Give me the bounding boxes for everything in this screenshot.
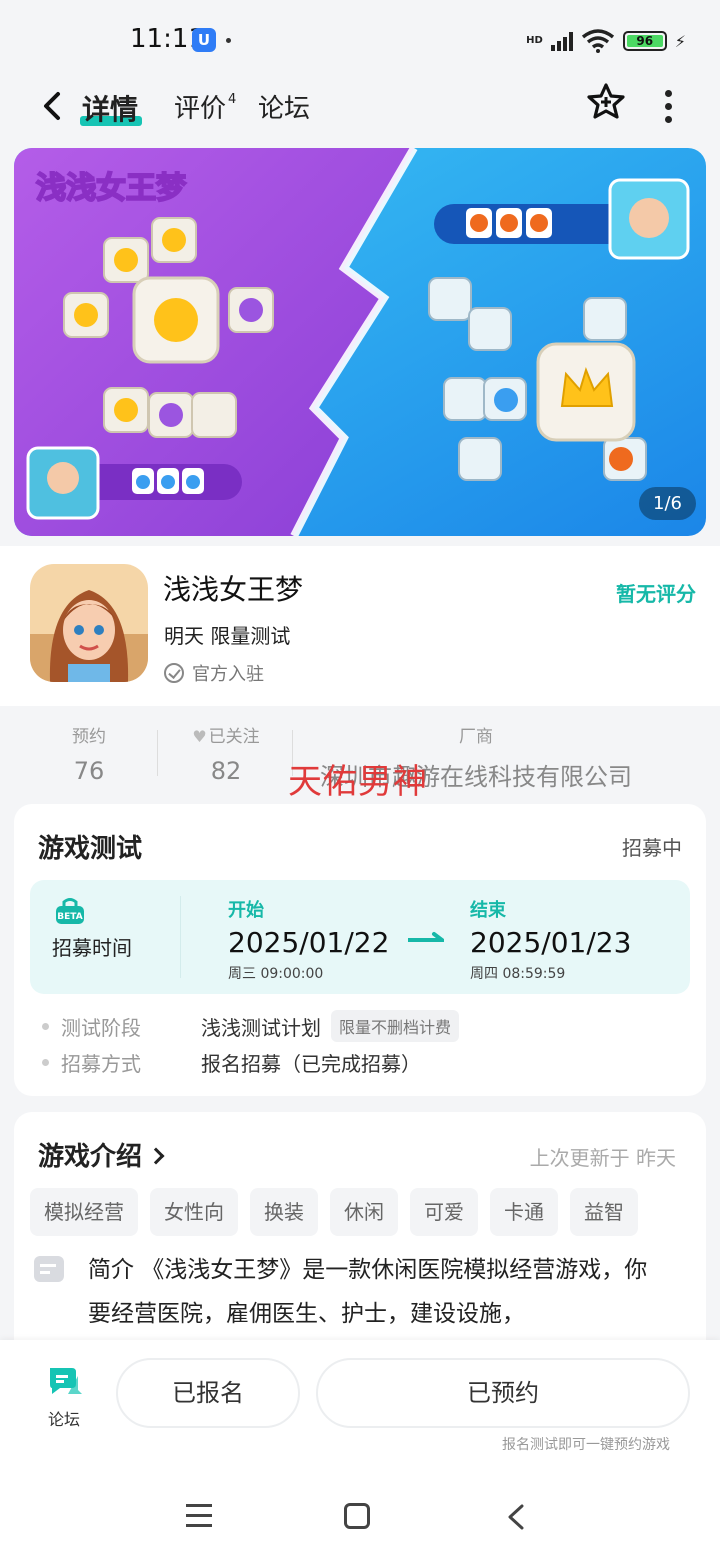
forum-chat-icon — [50, 1368, 82, 1394]
signal-icon — [550, 31, 573, 51]
action-note: 报名测试即可一键预约游戏 — [502, 1437, 670, 1453]
tag-item[interactable]: 休闲 — [330, 1188, 398, 1236]
time-box-divider — [180, 896, 181, 978]
home-icon[interactable] — [344, 1503, 370, 1529]
forum-button[interactable]: 论坛 — [36, 1364, 92, 1430]
start-time: 周三 09:00:00 — [228, 966, 324, 982]
intro-updated: 上次更新于 昨天 — [529, 1146, 676, 1170]
rating-status: 暂无评分 — [616, 582, 696, 606]
app-name: 浅浅女王梦 — [163, 573, 304, 606]
screenshot-carousel[interactable]: 浅浅女王梦 1/6 — [14, 148, 706, 536]
more-icon[interactable] — [660, 90, 676, 123]
intro-title: 游戏介绍 — [38, 1142, 143, 1172]
recent-apps-icon[interactable] — [186, 1504, 212, 1528]
system-back-icon[interactable] — [506, 1504, 526, 1530]
test-status: 招募中 — [622, 836, 682, 860]
banner-artwork: 浅浅女王梦 — [14, 148, 706, 536]
stat-follow[interactable]: ♥ 已关注 82 — [180, 722, 272, 785]
stat-reserve-value: 76 — [73, 757, 105, 785]
tag-item[interactable]: 换装 — [250, 1188, 318, 1236]
tag-item[interactable]: 卡通 — [490, 1188, 558, 1236]
game-test-card: 游戏测试 招募中 BETA 招募时间 开始 2025/01/22 周三 09:0… — [14, 804, 706, 1096]
bottom-action-bar: 论坛 已报名 已预约 报名测试即可一键预约游戏 — [0, 1340, 720, 1470]
stat-divider — [157, 730, 158, 776]
tab-forum[interactable]: 论坛 — [258, 88, 310, 125]
start-label: 开始 — [228, 900, 264, 921]
recruit-method-key: 招募方式 — [61, 1052, 141, 1076]
reserved-button[interactable]: 已预约 — [316, 1358, 690, 1428]
stat-reserve: 预约 76 — [58, 722, 120, 785]
status-bar: 11:11 U HD 96 ⚡ — [0, 0, 720, 80]
notification-dot-icon — [226, 38, 231, 43]
official-badge: 官方入驻 — [164, 660, 264, 686]
arrow-right-icon — [408, 932, 444, 942]
stat-vendor-label: 厂商 — [459, 727, 493, 747]
back-icon[interactable] — [34, 86, 74, 126]
top-nav: 详情 评价 4 论坛 — [0, 80, 720, 136]
recruit-time-box: BETA 招募时间 开始 2025/01/22 周三 09:00:00 结束 2… — [30, 880, 690, 994]
intro-description: 简介 《浅浅女王梦》是一款休闲医院模拟经营游戏，你要经营医院，雇佣医生、护士，建… — [88, 1257, 648, 1327]
end-time: 周四 08:59:59 — [470, 966, 566, 982]
wifi-icon — [581, 29, 614, 53]
watermark-text: 天佑男神 — [288, 762, 428, 802]
description-icon — [34, 1256, 64, 1282]
signed-up-button[interactable]: 已报名 — [116, 1358, 300, 1428]
star-plus-icon[interactable] — [586, 82, 626, 122]
official-label: 官方入驻 — [192, 664, 264, 685]
test-stage-value: 浅浅测试计划 — [201, 1015, 321, 1040]
battery-icon: 96 — [622, 31, 667, 51]
tag-list: 模拟经营 女性向 换装 休闲 可爱 卡通 益智 — [30, 1188, 706, 1236]
recruit-time-label: 招募时间 — [52, 936, 132, 960]
test-stage-key: 测试阶段 — [61, 1015, 141, 1040]
tab-details[interactable]: 详情 — [82, 88, 138, 128]
notification-app-icon: U — [192, 28, 216, 52]
stat-follow-label: 已关注 — [208, 727, 260, 747]
tag-item[interactable]: 女性向 — [150, 1188, 238, 1236]
bullet-icon — [42, 1059, 49, 1066]
test-end: 结束 2025/01/23 周四 08:59:59 — [470, 896, 631, 983]
tab-reviews-count: 4 — [228, 92, 237, 107]
tab-reviews[interactable]: 评价 4 — [174, 88, 236, 125]
end-label: 结束 — [470, 900, 506, 921]
tag-item[interactable]: 模拟经营 — [30, 1188, 138, 1236]
charging-icon: ⚡ — [674, 31, 686, 51]
tag-item[interactable]: 可爱 — [410, 1188, 478, 1236]
check-circle-icon — [164, 663, 184, 683]
chevron-right-icon — [147, 1147, 165, 1165]
network-type-label: HD — [526, 35, 543, 46]
stat-follow-value: 82 — [210, 757, 242, 785]
tag-item[interactable]: 益智 — [570, 1188, 638, 1236]
svg-text:BETA: BETA — [57, 912, 82, 922]
carousel-pager: 1/6 — [639, 487, 696, 520]
stat-reserve-label: 预约 — [72, 727, 106, 747]
system-nav-bar — [0, 1470, 720, 1560]
end-date: 2025/01/23 — [470, 926, 632, 959]
start-date: 2025/01/22 — [228, 926, 390, 959]
app-info-section: 浅浅女王梦 明天 限量测试 官方入驻 暂无评分 — [0, 546, 720, 706]
recruit-method-row: 招募方式 报名招募（已完成招募） — [42, 1048, 421, 1077]
heart-check-icon: ♥ — [192, 727, 207, 746]
beta-alarm-icon: BETA — [56, 898, 84, 924]
forum-label: 论坛 — [47, 1410, 80, 1429]
test-start: 开始 2025/01/22 周三 09:00:00 — [228, 896, 389, 983]
test-stage-row: 测试阶段 浅浅测试计划 限量不删档计费 — [42, 1010, 460, 1042]
intro-title-link[interactable]: 游戏介绍 — [38, 1136, 165, 1173]
status-icons: HD 96 ⚡ — [526, 28, 686, 54]
test-card-title: 游戏测试 — [38, 834, 143, 864]
app-icon — [30, 564, 148, 682]
app-release-status: 明天 限量测试 — [164, 624, 291, 648]
tab-reviews-label: 评价 — [174, 94, 227, 124]
svg-text:浅浅女王梦: 浅浅女王梦 — [36, 171, 186, 206]
bullet-icon — [42, 1022, 49, 1030]
test-stage-pill: 限量不删档计费 — [331, 1010, 460, 1042]
recruit-method-value: 报名招募（已完成招募） — [201, 1052, 421, 1076]
